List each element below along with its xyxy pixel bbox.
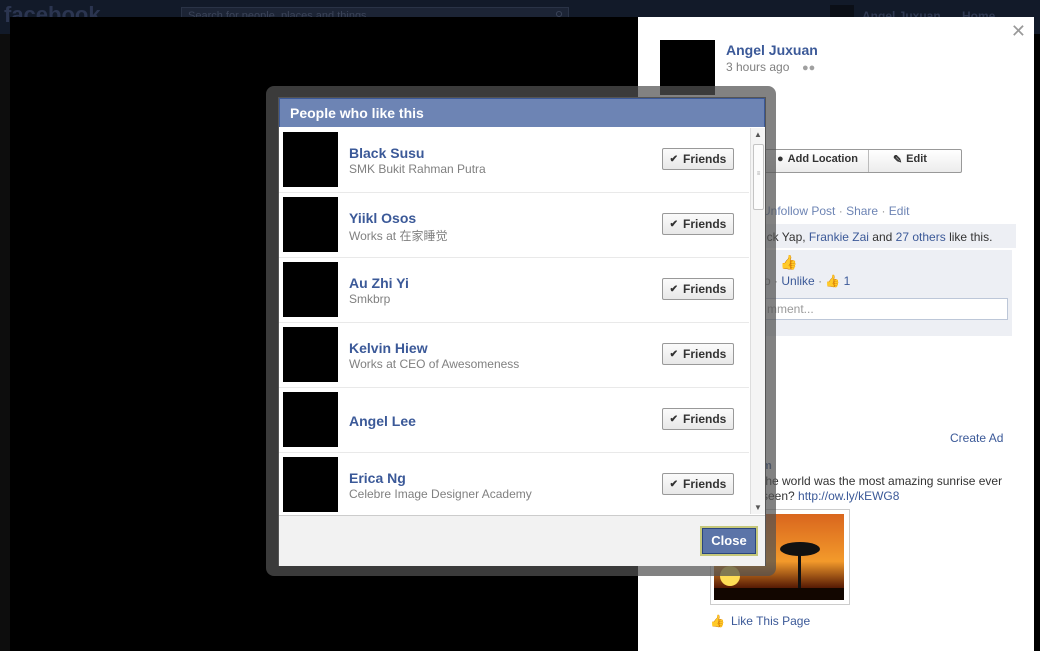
like-thumb-icon: 👍 bbox=[780, 254, 798, 270]
list-item: Yiikl Osos Works at 在家睡觉 ✔ Friends bbox=[279, 193, 749, 258]
dialog-title: People who like this bbox=[279, 98, 765, 127]
post-timestamp[interactable]: 3 hours ago bbox=[726, 60, 789, 74]
edit-label: Edit bbox=[906, 153, 927, 165]
list-item: Au Zhi Yi Smkbrp ✔ Friends bbox=[279, 258, 749, 323]
person-subtitle: Works at CEO of Awesomeness bbox=[349, 357, 520, 371]
scroll-thumb[interactable]: ≡ bbox=[753, 144, 764, 210]
ad-text: the world was the most amazing sunrise e… bbox=[762, 474, 1003, 503]
others-link[interactable]: 27 others bbox=[896, 230, 946, 244]
friends-button[interactable]: ✔ Friends bbox=[662, 343, 734, 365]
share-link[interactable]: Share bbox=[846, 204, 878, 218]
people-list: Black Susu SMK Bukit Rahman Putra ✔ Frien… bbox=[279, 128, 749, 514]
person-name[interactable]: Black Susu bbox=[349, 145, 424, 161]
post-actions: Unfollow Post · Share · Edit bbox=[762, 204, 910, 218]
profile-picture[interactable] bbox=[283, 132, 338, 187]
dialog-footer: Close bbox=[279, 515, 765, 566]
person-name[interactable]: Au Zhi Yi bbox=[349, 275, 409, 291]
check-icon: ✔ bbox=[669, 413, 679, 425]
list-item: Erica Ng Celebre Image Designer Academy … bbox=[279, 453, 749, 514]
friends-button[interactable]: ✔ Friends bbox=[662, 278, 734, 300]
friends-button[interactable]: ✔ Friends bbox=[662, 148, 734, 170]
like-count[interactable]: 1 bbox=[844, 274, 851, 288]
check-icon: ✔ bbox=[669, 283, 679, 295]
friends-button[interactable]: ✔ Friends bbox=[662, 213, 734, 235]
scroll-down-icon[interactable]: ▼ bbox=[754, 503, 762, 512]
add-location-label: Add Location bbox=[787, 153, 858, 165]
ad-url-link[interactable]: http://ow.ly/kEWG8 bbox=[798, 489, 899, 503]
person-name[interactable]: Angel Lee bbox=[349, 413, 416, 429]
friends-label: Friends bbox=[683, 152, 727, 166]
check-icon: ✔ bbox=[669, 478, 679, 490]
like-this-page-link[interactable]: 👍 Like This Page bbox=[710, 614, 810, 628]
comment-input[interactable]: mment... bbox=[762, 298, 1008, 320]
left-strip bbox=[0, 34, 10, 651]
profile-picture[interactable] bbox=[283, 262, 338, 317]
likes-dialog: People who like this Black Susu SMK Buki… bbox=[278, 97, 766, 566]
friends-button[interactable]: ✔ Friends bbox=[662, 408, 734, 430]
scrollbar[interactable]: ▲ ≡ ▼ bbox=[750, 128, 765, 514]
person-name[interactable]: Kelvin Hiew bbox=[349, 340, 428, 356]
close-icon[interactable]: ✕ bbox=[1011, 21, 1026, 42]
create-ad-link[interactable]: Create Ad bbox=[950, 431, 1003, 445]
person-subtitle: Works at 在家睡觉 bbox=[349, 229, 448, 243]
list-item: Black Susu SMK Bukit Rahman Putra ✔ Frien… bbox=[279, 128, 749, 193]
friends-label: Friends bbox=[683, 412, 727, 426]
profile-picture[interactable] bbox=[283, 197, 338, 252]
close-button[interactable]: Close bbox=[700, 526, 758, 556]
person-name[interactable]: Yiikl Osos bbox=[349, 210, 416, 226]
like-this-page-label: Like This Page bbox=[730, 614, 811, 628]
like-thumb-icon: 👍 bbox=[710, 614, 725, 628]
friends-button[interactable]: ✔ Friends bbox=[662, 473, 734, 495]
friends-label: Friends bbox=[683, 477, 727, 491]
list-item: Angel Lee ✔ Friends bbox=[279, 388, 749, 453]
profile-picture[interactable] bbox=[283, 457, 338, 512]
add-location-button[interactable]: ● Add Location bbox=[763, 150, 868, 172]
profile-picture[interactable] bbox=[283, 327, 338, 382]
comment-meta: o · Unlike · 👍 1 bbox=[764, 274, 851, 288]
friends-label: Friends bbox=[683, 282, 727, 296]
unlike-link[interactable]: Unlike bbox=[781, 274, 814, 288]
profile-picture[interactable] bbox=[283, 392, 338, 447]
check-icon: ✔ bbox=[669, 218, 679, 230]
person-subtitle: SMK Bukit Rahman Putra bbox=[349, 162, 486, 176]
person-subtitle: Celebre Image Designer Academy bbox=[349, 487, 532, 501]
comment-section: 👍 o · Unlike · 👍 1 mment... bbox=[760, 250, 1012, 336]
person-subtitle: Smkbrp bbox=[349, 292, 391, 306]
person-name[interactable]: Erica Ng bbox=[349, 470, 406, 486]
friends-audience-icon[interactable]: ●● bbox=[802, 62, 815, 74]
friends-label: Friends bbox=[683, 347, 727, 361]
likes-summary: ick Yap, Frankie Zai and 27 others like … bbox=[760, 224, 1016, 248]
liker-link[interactable]: Frankie Zai bbox=[809, 230, 869, 244]
pencil-icon: ✎ bbox=[892, 154, 903, 166]
scroll-up-icon[interactable]: ▲ bbox=[754, 130, 762, 139]
friends-label: Friends bbox=[683, 217, 727, 231]
location-pin-icon: ● bbox=[777, 153, 784, 165]
list-item: Kelvin Hiew Works at CEO of Awesomeness … bbox=[279, 323, 749, 388]
photo-action-buttons: ● Add Location ✎ Edit bbox=[762, 149, 962, 173]
owner-name[interactable]: Angel Juxuan bbox=[726, 42, 818, 58]
edit-link[interactable]: Edit bbox=[889, 204, 910, 218]
edit-button[interactable]: ✎ Edit bbox=[867, 150, 961, 172]
check-icon: ✔ bbox=[669, 348, 679, 360]
check-icon: ✔ bbox=[669, 153, 679, 165]
